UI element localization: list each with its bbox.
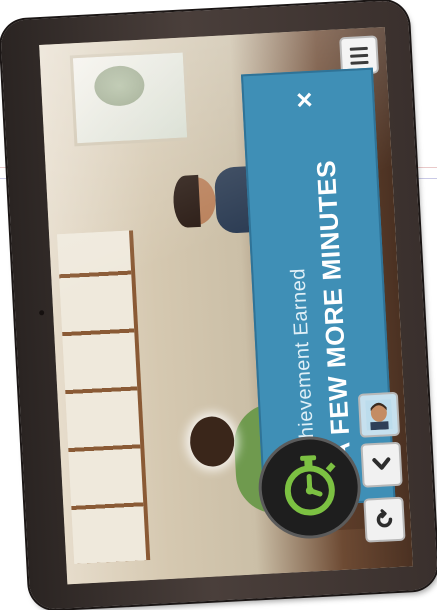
scene-plant	[93, 64, 146, 108]
game-screen[interactable]: × Achievement Earned A FEW MORE MINUTES	[39, 26, 413, 585]
next-button[interactable]	[360, 441, 403, 488]
hamburger-menu-icon	[349, 46, 368, 51]
refresh-icon	[376, 509, 393, 528]
character-hair	[172, 174, 201, 229]
avatar-button[interactable]	[357, 391, 401, 438]
scene-window	[69, 49, 191, 147]
stopwatch-icon	[284, 455, 336, 516]
hamburger-menu-icon	[350, 60, 369, 65]
chevron-right-icon	[372, 457, 391, 470]
hamburger-menu-icon	[350, 53, 369, 58]
refresh-button[interactable]	[363, 496, 406, 543]
tablet-device: × Achievement Earned A FEW MORE MINUTES	[0, 0, 437, 610]
character-avatar-icon	[365, 399, 393, 431]
character-seated-man	[172, 164, 288, 238]
